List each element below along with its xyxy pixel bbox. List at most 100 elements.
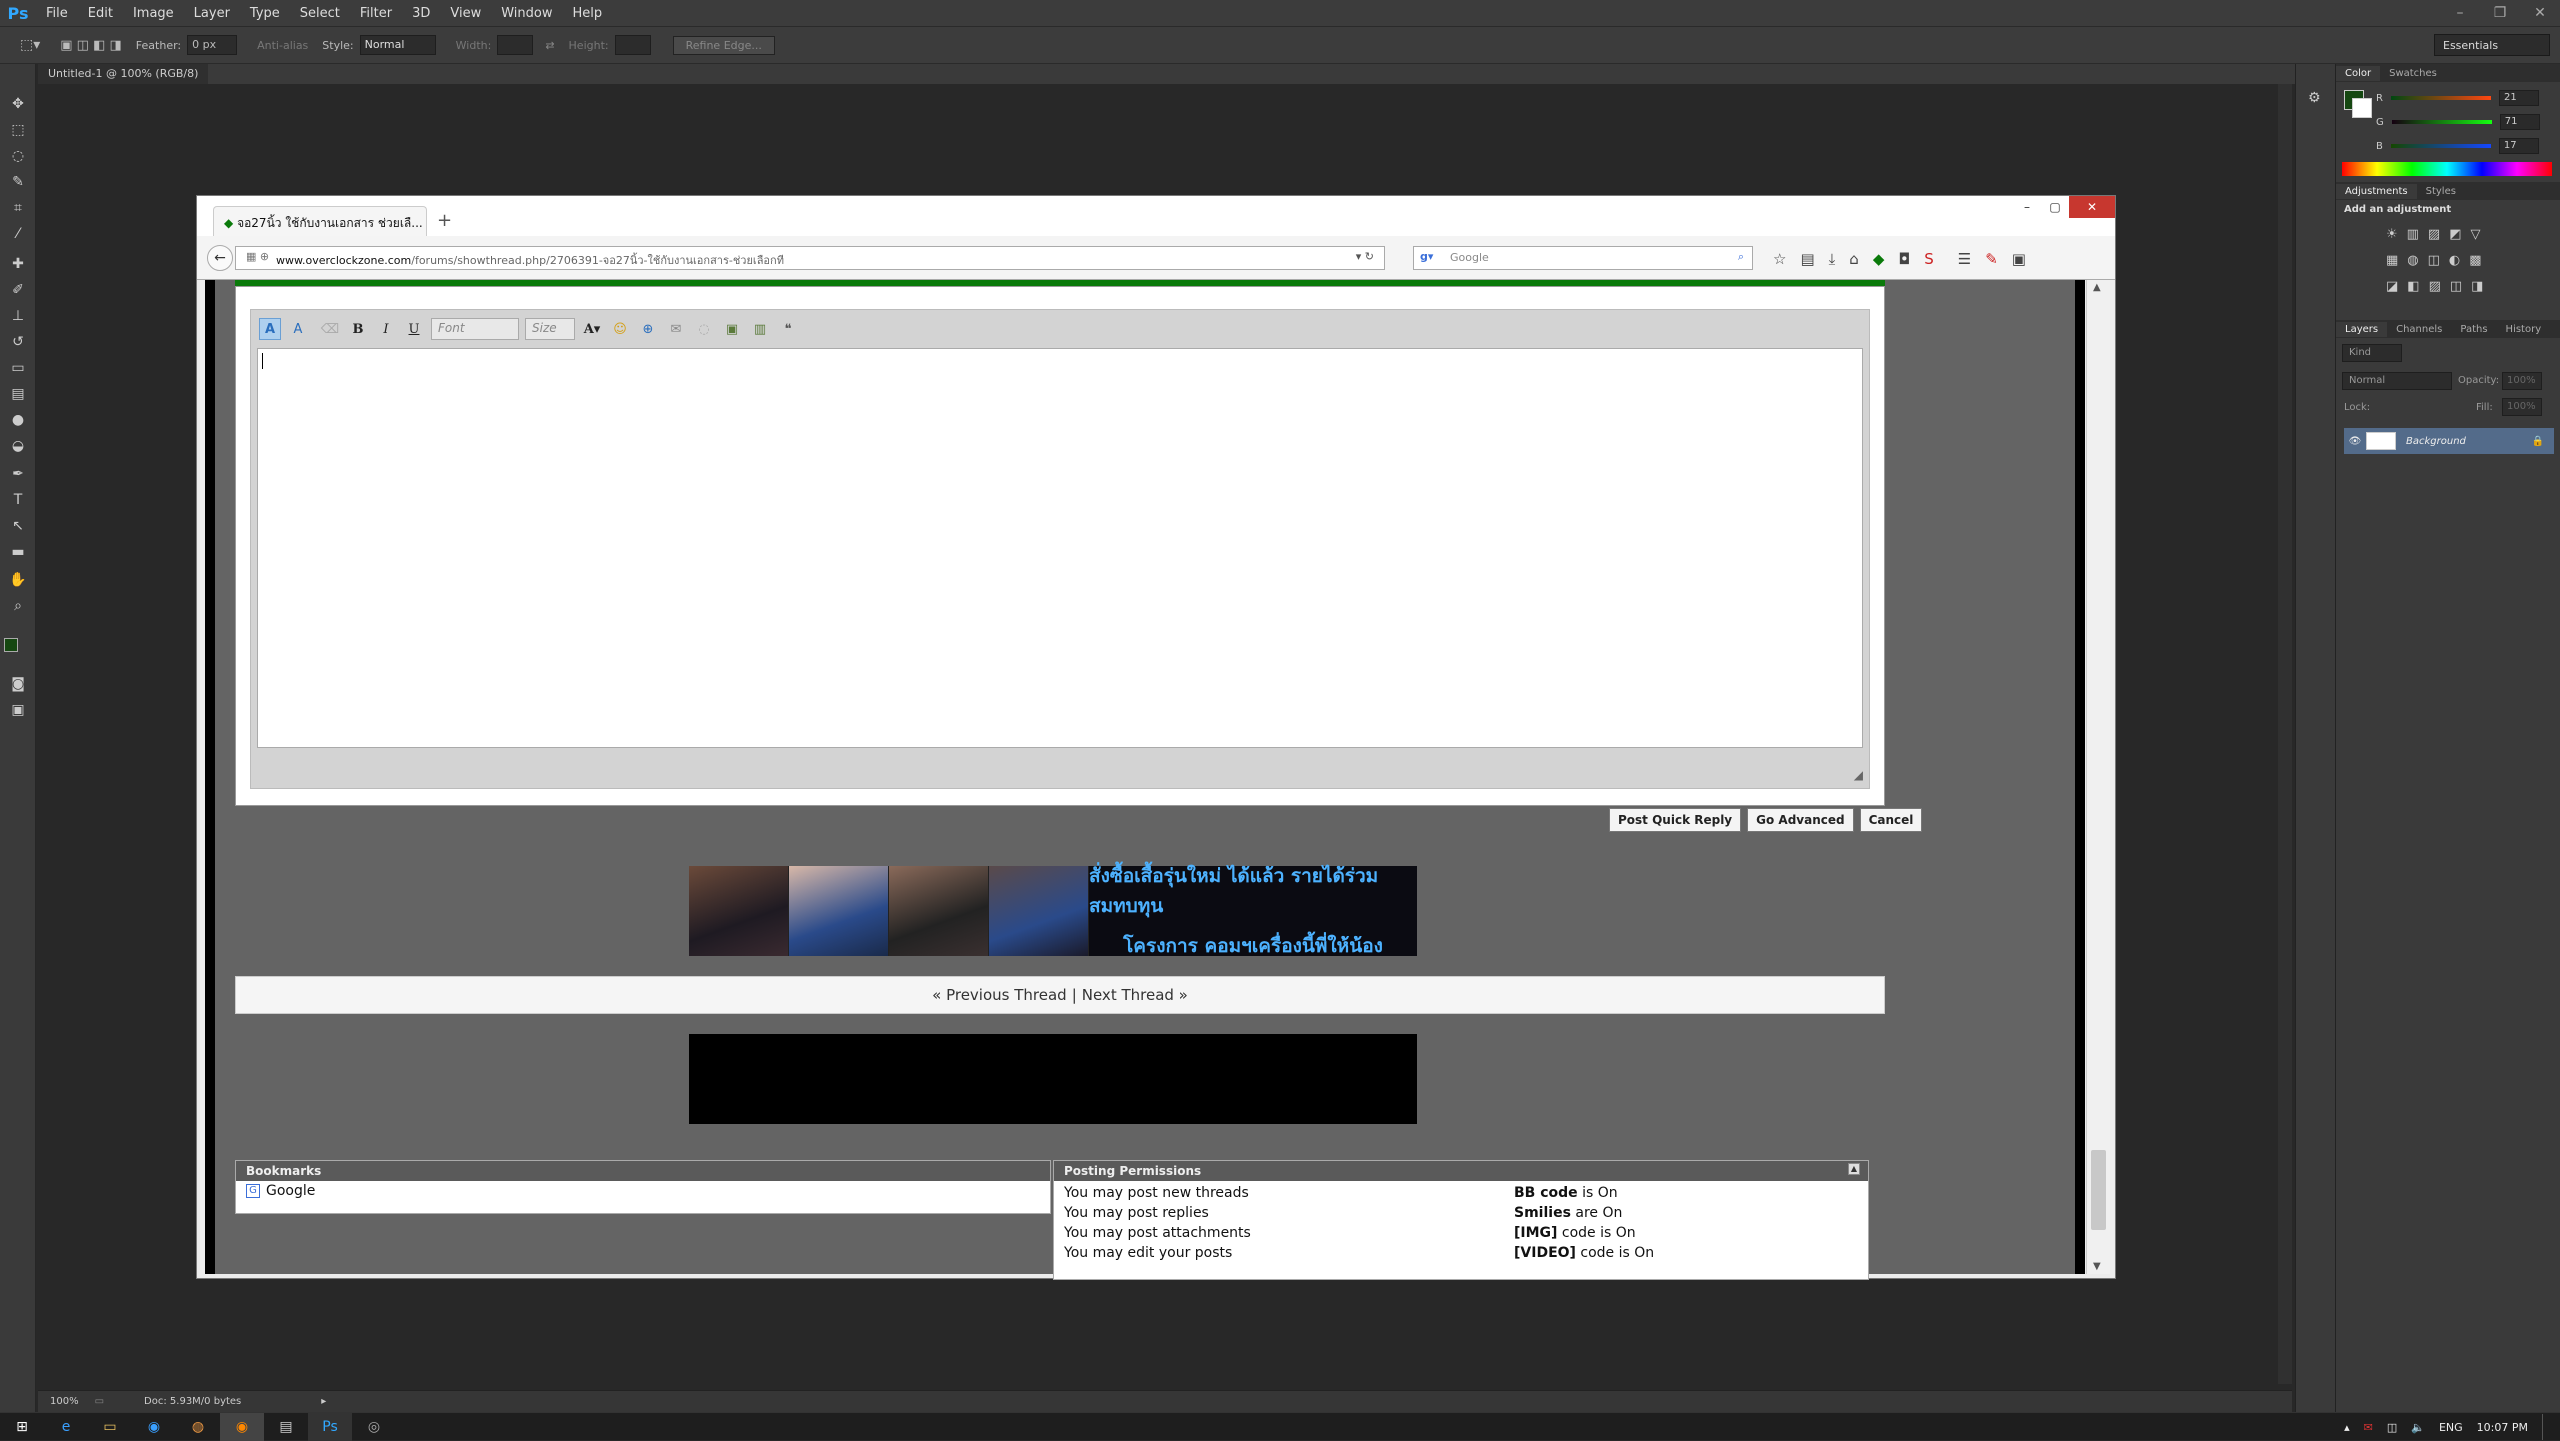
firefox-icon[interactable]: ◉: [220, 1412, 264, 1441]
zoom-tool-icon[interactable]: ⌕: [8, 596, 28, 616]
underline-icon[interactable]: U: [403, 318, 425, 340]
menu-image[interactable]: Image: [123, 6, 184, 21]
adjustment-icons[interactable]: ☀▥▨◩▽ ▦◍◫◐▩ ◪◧▨◫◨: [2386, 222, 2556, 300]
hand-tool-icon[interactable]: ✋: [8, 570, 28, 590]
restore-icon[interactable]: ❐: [2480, 0, 2520, 26]
post-quick-reply-button[interactable]: Post Quick Reply: [1609, 808, 1742, 832]
italic-icon[interactable]: I: [375, 318, 397, 340]
selection-mode-icons[interactable]: ▣ ◫ ◧ ◨: [60, 38, 122, 53]
maximize-icon[interactable]: ▢: [2041, 196, 2069, 218]
menu-icon[interactable]: ☰: [1958, 250, 1971, 268]
color-spectrum[interactable]: [2342, 162, 2552, 176]
tab-paths[interactable]: Paths: [2451, 322, 2496, 337]
pen-tool-icon[interactable]: ✒: [8, 464, 28, 484]
addon-icon[interactable]: ◆: [1873, 250, 1885, 268]
screen-mode-icon[interactable]: ▣: [8, 700, 28, 720]
antialias-checkbox[interactable]: Anti-alias: [257, 39, 308, 52]
bookmark-google[interactable]: G Google: [236, 1181, 1050, 1201]
browser-tab[interactable]: ◆ จอ27นิ้ว ใช้กับงานเอกสาร ช่วยเลื...: [213, 206, 427, 236]
workspace-select[interactable]: Essentials: [2434, 34, 2550, 56]
height-input[interactable]: [614, 35, 651, 55]
addon-red-icon[interactable]: ✎: [1985, 250, 1998, 268]
blue-slider[interactable]: B 17: [2336, 134, 2560, 158]
previous-thread-link[interactable]: « Previous Thread: [932, 986, 1067, 1004]
windows-start-icon[interactable]: ⊞: [0, 1413, 44, 1441]
document-tab[interactable]: Untitled-1 @ 100% (RGB/8): [38, 64, 209, 84]
blur-tool-icon[interactable]: ●: [8, 410, 28, 430]
reload-icon[interactable]: ▾ ↻: [1356, 250, 1374, 263]
layer-row-background[interactable]: 👁 Background 🔒: [2344, 428, 2554, 454]
app-icon-1[interactable]: ◉: [132, 1413, 176, 1441]
opacity-input[interactable]: 100%: [2502, 372, 2542, 390]
resize-grip-icon[interactable]: ◢: [1854, 768, 1863, 782]
video-icon[interactable]: ▥: [749, 318, 771, 340]
brush-tool-icon[interactable]: ✐: [8, 280, 28, 300]
menu-3d[interactable]: 3D: [402, 6, 440, 21]
tab-adjustments[interactable]: Adjustments: [2336, 183, 2417, 199]
back-arrow-icon[interactable]: ←: [207, 245, 233, 271]
download-icon[interactable]: ⤓: [1829, 250, 1836, 268]
swap-icon[interactable]: ⇄: [545, 39, 554, 52]
healing-tool-icon[interactable]: ✚: [8, 254, 28, 274]
smilie-icon[interactable]: ☺: [609, 318, 631, 340]
marquee-tool-icon[interactable]: ⬚: [8, 120, 28, 140]
blue-value[interactable]: 17: [2498, 138, 2539, 154]
size-select[interactable]: Size: [525, 318, 575, 340]
collapse-icon[interactable]: ▲: [1848, 1163, 1860, 1175]
red-value[interactable]: 21: [2498, 90, 2539, 106]
link-icon[interactable]: ⊕: [637, 318, 659, 340]
menu-select[interactable]: Select: [290, 6, 350, 21]
search-icon[interactable]: ⌕: [1738, 250, 1744, 264]
foreground-color-swatch[interactable]: [4, 638, 18, 652]
menu-window[interactable]: Window: [491, 6, 562, 21]
canvas-scrollbar[interactable]: [2278, 84, 2292, 1384]
scroll-down-icon[interactable]: ▼: [2093, 1261, 2101, 1272]
clock[interactable]: 10:07 PM: [2477, 1421, 2528, 1434]
green-slider[interactable]: G 71: [2336, 110, 2560, 134]
explorer-icon[interactable]: ▭: [88, 1413, 132, 1441]
feather-input[interactable]: 0 px: [187, 35, 238, 55]
history-brush-tool-icon[interactable]: ↺: [8, 332, 28, 352]
tab-layers[interactable]: Layers: [2336, 321, 2388, 337]
google-search-engine-icon[interactable]: g▾: [1420, 250, 1433, 263]
email-icon[interactable]: ✉: [665, 318, 687, 340]
scroll-up-icon[interactable]: ▲: [2093, 282, 2101, 293]
menu-edit[interactable]: Edit: [78, 6, 123, 21]
image-icon[interactable]: ▣: [721, 318, 743, 340]
ie-icon[interactable]: e: [44, 1413, 88, 1441]
close-icon[interactable]: ✕: [2520, 0, 2560, 26]
home-icon[interactable]: ⌂: [1849, 250, 1859, 268]
stamp-tool-icon[interactable]: ⊥: [8, 306, 28, 326]
move-tool-icon[interactable]: ✥: [8, 94, 28, 114]
layer-kind-filter[interactable]: Kind: [2342, 344, 2402, 362]
photoshop-taskbar-icon[interactable]: Ps: [308, 1412, 352, 1441]
zoom-level[interactable]: 100%: [50, 1396, 79, 1407]
width-input[interactable]: [497, 35, 534, 55]
status-menu-arrow-icon[interactable]: ▸: [321, 1396, 326, 1407]
shape-tool-icon[interactable]: ▬: [8, 542, 28, 562]
search-box[interactable]: g▾ Google ⌕: [1413, 246, 1753, 270]
quick-mask-icon[interactable]: ◙: [8, 674, 28, 694]
eraser-tool-icon[interactable]: ▭: [8, 358, 28, 378]
style-select[interactable]: Normal: [359, 35, 436, 55]
bold-icon[interactable]: B: [347, 318, 369, 340]
menu-type[interactable]: Type: [240, 6, 290, 21]
language-indicator[interactable]: ENG: [2439, 1421, 2463, 1434]
font-select[interactable]: Font: [431, 318, 519, 340]
menu-layer[interactable]: Layer: [184, 6, 240, 21]
quick-select-tool-icon[interactable]: ✎: [8, 172, 28, 192]
minimize-icon[interactable]: –: [2013, 196, 2041, 218]
visibility-eye-icon[interactable]: 👁: [2344, 436, 2366, 447]
green-value[interactable]: 71: [2499, 114, 2540, 130]
volume-icon[interactable]: 🔈: [2411, 1421, 2425, 1434]
tray-app-icon[interactable]: ✉: [2364, 1421, 2373, 1434]
red-slider[interactable]: R 21: [2336, 86, 2560, 110]
source-mode-icon[interactable]: A: [287, 318, 309, 340]
app-icon-2[interactable]: ◎: [352, 1413, 396, 1441]
promo-banner[interactable]: สั่งซื้อเสื้อรุ่นใหม่ ได้แล้ว รายได้ร่วม…: [689, 865, 1417, 957]
crop-tool-icon[interactable]: ⌗: [8, 198, 28, 218]
remove-format-icon[interactable]: ⌫: [319, 318, 341, 340]
message-textarea[interactable]: [257, 348, 1863, 748]
refine-edge-button[interactable]: Refine Edge...: [672, 35, 775, 55]
pocket-icon[interactable]: ◘: [1898, 250, 1910, 268]
